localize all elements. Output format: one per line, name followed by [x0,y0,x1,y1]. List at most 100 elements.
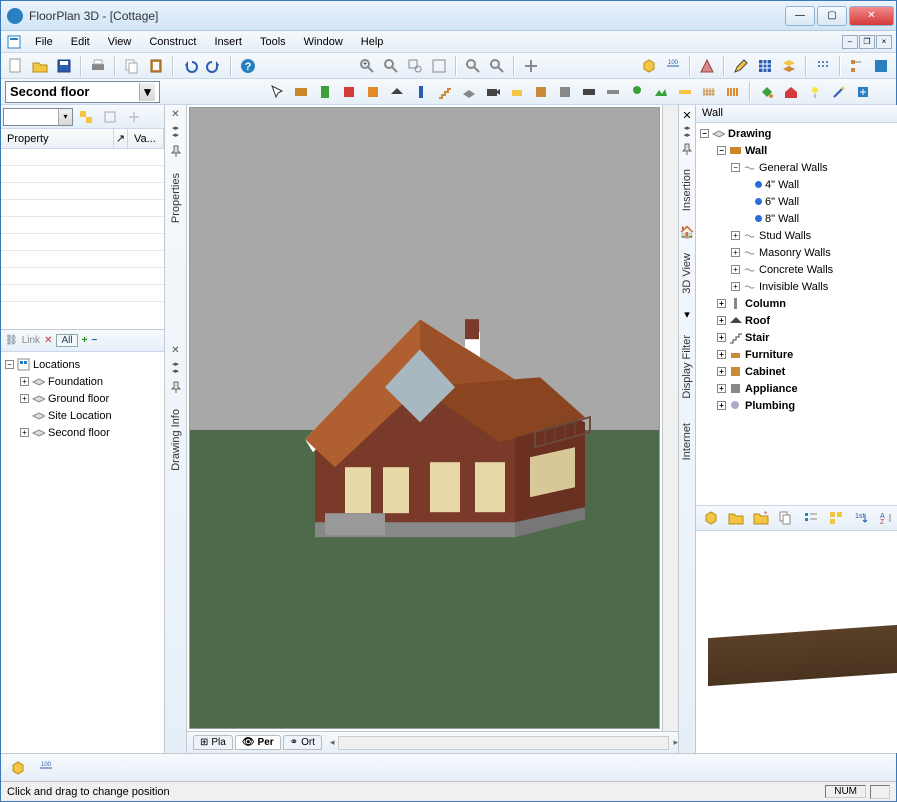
delete-loc-icon[interactable]: ✕ [44,335,52,346]
location-second-node[interactable]: + Second floor [5,424,160,441]
remove-loc-button[interactable]: − [91,335,97,346]
layers-button[interactable] [778,55,800,77]
pin-icon[interactable] [170,381,182,393]
lib-stud-walls-node[interactable]: +Stud Walls [700,227,897,244]
slab-tool-button[interactable] [458,81,480,103]
property-grid[interactable] [1,149,164,329]
mdi-minimize-button[interactable]: – [842,35,858,49]
close-tab-icon[interactable]: ✕ [171,109,179,120]
maximize-button[interactable]: ▢ [817,6,847,26]
sort-icon[interactable]: ↗ [114,129,128,148]
lib-stair-node[interactable]: +Stair [700,329,897,346]
menu-view[interactable]: View [100,34,140,50]
drawing-info-tab[interactable]: Drawing Info [168,399,184,481]
horizontal-scrollbar[interactable] [338,736,669,750]
lib-8-wall-node[interactable]: 8" Wall [700,210,897,227]
paint-tool-button[interactable] [756,81,778,103]
lib-folder-button[interactable] [725,507,747,529]
catalog-button[interactable] [870,55,892,77]
vertical-scrollbar[interactable] [662,105,678,731]
help-button[interactable]: ? [237,55,259,77]
door-tool-button[interactable] [314,81,336,103]
pin-icon[interactable] [170,145,182,157]
3d-view-tab[interactable]: 3D View [679,243,695,304]
select-tool-button[interactable] [266,81,288,103]
lib-list-button[interactable] [800,507,822,529]
zoom-window-button[interactable] [404,55,426,77]
lib-furniture-node[interactable]: +Furniture [700,346,897,363]
paste-button[interactable] [145,55,167,77]
menu-construct[interactable]: Construct [141,34,204,50]
camera-tool-button[interactable] [482,81,504,103]
furniture-tool-button[interactable] [506,81,528,103]
link-icon[interactable]: ⛓ [5,335,18,346]
copy-button[interactable] [121,55,143,77]
display-filter-tab[interactable]: Display Filter [679,325,695,409]
add-loc-button[interactable]: + [82,335,88,346]
prop-tool-2-button[interactable] [99,106,121,128]
export-tool-button[interactable] [852,81,874,103]
column-tool-button[interactable] [410,81,432,103]
properties-tab[interactable]: Properties [168,163,184,233]
mdi-close-button[interactable]: × [876,35,892,49]
lib-plumbing-node[interactable]: +Plumbing [700,397,897,414]
undo-button[interactable] [179,55,201,77]
prop-tool-3-button[interactable] [123,106,145,128]
menu-file[interactable]: File [27,34,61,50]
zoom-all-button[interactable] [486,55,508,77]
open-button[interactable] [29,55,51,77]
insertion-tab[interactable]: Insertion [679,159,695,221]
lib-concrete-walls-node[interactable]: +Concrete Walls [700,261,897,278]
move-tab-icon[interactable]: ◂▸◂▸ [172,362,179,375]
house-icon[interactable]: 🏠 [680,225,695,239]
new-button[interactable] [5,55,27,77]
window-tool-button[interactable] [338,81,360,103]
opening-tool-button[interactable] [362,81,384,103]
terrain-tool-button[interactable] [650,81,672,103]
wand-tool-button[interactable] [828,81,850,103]
expand-icon[interactable]: + [20,428,29,437]
lib-drawing-node[interactable]: − Drawing [700,125,897,142]
internet-tab[interactable]: Internet [679,413,695,470]
lib-4-wall-node[interactable]: 4" Wall [700,176,897,193]
zoom-1-button[interactable] [462,55,484,77]
property-column-header[interactable]: Property [1,129,114,148]
close-tab-icon[interactable]: ✕ [682,109,691,122]
close-tab-icon[interactable]: ✕ [171,345,179,356]
tree-view-button[interactable] [846,55,868,77]
wall-tool-button[interactable] [290,81,312,103]
menu-tools[interactable]: Tools [252,34,294,50]
perspective-view-tab[interactable]: 👁Per [235,735,281,750]
prop-tool-1-button[interactable] [75,106,97,128]
filter-icon[interactable]: ▾ [684,308,690,321]
stair-tool-button[interactable] [434,81,456,103]
roof-tool-button[interactable] [386,81,408,103]
floor-select[interactable]: Second floor ▾ [5,81,160,103]
lib-cabinet-node[interactable]: +Cabinet [700,363,897,380]
plan-view-tab[interactable]: ⊞Pla [193,735,233,750]
plant-tool-button[interactable] [626,81,648,103]
location-foundation-node[interactable]: + Foundation [5,373,160,390]
locations-root-node[interactable]: − Locations [5,356,160,373]
all-button[interactable]: All [56,334,77,347]
lib-sort-button[interactable]: 1st [850,507,872,529]
lib-column-node[interactable]: +Column [700,295,897,312]
expand-icon[interactable]: + [20,377,29,386]
minimize-button[interactable]: — [785,6,815,26]
fence2-tool-button[interactable] [722,81,744,103]
scroll-left-icon[interactable]: ◂ [330,737,335,748]
save-button[interactable] [53,55,75,77]
house-wizard-button[interactable] [780,81,802,103]
lib-cube-button[interactable] [700,507,722,529]
menu-insert[interactable]: Insert [206,34,250,50]
collapse-icon[interactable]: − [5,360,14,369]
appliance-tool-button[interactable] [554,81,576,103]
lib-roof-node[interactable]: +Roof [700,312,897,329]
menu-help[interactable]: Help [353,34,392,50]
lib-general-walls-node[interactable]: − General Walls [700,159,897,176]
ortho-view-tab[interactable]: ⚭Ort [283,735,322,750]
bottom-cube-button[interactable] [7,757,29,779]
pencil-button[interactable] [730,55,752,77]
dim-tool-button[interactable] [602,81,624,103]
expand-icon[interactable]: + [20,394,29,403]
